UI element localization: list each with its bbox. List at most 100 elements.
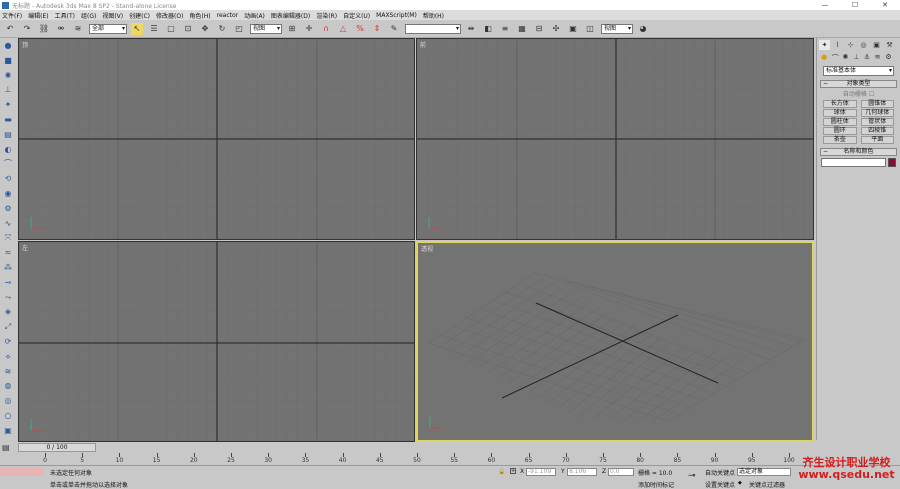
window-crossing-icon[interactable]: ⊡ [182, 23, 194, 35]
object-name-input[interactable] [821, 158, 886, 167]
hierarchy-tab-icon[interactable]: ⊹ [845, 40, 856, 50]
close-button[interactable]: ✕ [870, 1, 900, 9]
wind-icon[interactable]: ≋ [3, 366, 14, 377]
box-icon[interactable]: ■ [3, 55, 14, 66]
menu-reactor[interactable]: reactor [217, 12, 239, 19]
snap-toggle-icon[interactable]: ∩ [320, 23, 332, 35]
key-filter-icon[interactable]: ◆ [738, 480, 742, 486]
render-scene-icon[interactable]: ▣ [567, 23, 579, 35]
maximize-button[interactable]: ☐ [840, 1, 870, 9]
menu-graph-editors[interactable]: 图表编辑器(D) [271, 11, 310, 20]
percent-snap-icon[interactable]: % [354, 23, 366, 35]
display-tab-icon[interactable]: ▣ [871, 40, 882, 50]
edit-named-selection-icon[interactable]: ✎ [388, 23, 400, 35]
menu-views[interactable]: 视图(V) [102, 11, 123, 20]
cone-button[interactable]: 圆锥体 [860, 100, 894, 108]
pivot-icon[interactable]: ⊞ [286, 23, 298, 35]
menu-maxscript[interactable]: MAXScript(M) [376, 12, 417, 19]
menu-animation[interactable]: 动画(A) [244, 11, 265, 20]
render-icon[interactable]: ◍ [3, 380, 14, 391]
absolute-mode-icon[interactable]: + [510, 468, 516, 474]
helper-icon[interactable]: ✦ [3, 99, 14, 110]
object-type-rollout[interactable]: − 对象类型 [820, 80, 897, 88]
schematic-view-icon[interactable]: ⊟ [533, 23, 545, 35]
minimize-button[interactable]: — [810, 1, 840, 9]
menu-help[interactable]: 帮助(H) [423, 11, 444, 20]
z-coordinate-field[interactable]: 0.0 [608, 468, 634, 476]
systems-icon[interactable]: ⚙ [885, 53, 894, 63]
create-tab-icon[interactable]: ✦ [819, 40, 830, 50]
key-icon[interactable]: ⊸ [688, 471, 696, 481]
menu-rendering[interactable]: 渲染(R) [316, 11, 337, 20]
rotate-tool-icon[interactable]: ⟳ [3, 336, 14, 347]
menu-create[interactable]: 创建(C) [129, 11, 150, 20]
curve-editor-icon[interactable]: ▦ [516, 23, 528, 35]
select-and-move-icon[interactable]: ✥ [199, 23, 211, 35]
camera-icon[interactable]: ⊥ [3, 84, 14, 95]
align-icon[interactable]: ◧ [482, 23, 494, 35]
viewport-label-front[interactable]: 前 [420, 40, 426, 49]
angle-snap-icon[interactable]: △ [337, 23, 349, 35]
unlink-icon[interactable]: ⚮ [55, 23, 67, 35]
morph-icon[interactable]: ◈ [3, 306, 14, 317]
menu-group[interactable]: 组(G) [81, 11, 96, 20]
spacewarps-icon[interactable]: ≋ [875, 53, 884, 63]
key-mode-dropdown[interactable]: 选定对象 [737, 468, 791, 476]
x-coordinate-field[interactable]: -91.109 [526, 468, 556, 476]
key-filters-button[interactable]: 关键点过滤器 [749, 480, 785, 489]
spinner-snap-icon[interactable]: ⇕ [371, 23, 383, 35]
box-button[interactable]: 长方体 [823, 100, 857, 108]
manipulate-icon[interactable]: ✛ [303, 23, 315, 35]
twist-icon[interactable]: ⟲ [3, 173, 14, 184]
y-coordinate-field[interactable]: 8.106 [567, 468, 597, 476]
tube-button[interactable]: 管状体 [860, 118, 894, 126]
cylinder-icon[interactable]: ▤ [3, 129, 14, 140]
pyramid-button[interactable]: 四棱锥 [860, 127, 894, 135]
set-key-button[interactable]: 设置关键点 [705, 480, 735, 489]
helpers-icon[interactable]: ⚓ [864, 53, 873, 63]
geometry-icon[interactable]: ● [821, 53, 830, 63]
render-last-icon[interactable]: ◕ [637, 23, 649, 35]
bone-icon[interactable]: ⤧ [3, 232, 14, 243]
viewport-perspective[interactable]: 透视 [416, 241, 814, 442]
geosphere-button[interactable]: 几何球体 [860, 109, 894, 117]
torus-button[interactable]: 圆环 [823, 127, 857, 135]
viewport-front[interactable]: 前 [416, 38, 814, 240]
utilities-tab-icon[interactable]: ⚒ [884, 40, 895, 50]
sphere-icon[interactable]: ◉ [3, 188, 14, 199]
cameras-icon[interactable]: ⊥ [853, 53, 862, 63]
viewport-top[interactable]: 顶 [18, 38, 415, 240]
rectangular-selection-icon[interactable]: ▢ [165, 23, 177, 35]
gear-icon[interactable]: ⚙ [3, 203, 14, 214]
shape-icon[interactable]: ∿ [3, 218, 14, 229]
timeline-ruler[interactable]: 0 5 10 15 20 25 30 35 40 45 50 55 60 65 70 75 80 85 90 95 10… [42, 453, 795, 465]
window-icon[interactable]: ▣ [3, 425, 14, 436]
autogrid-checkbox[interactable]: 自动栅格 ☐ [817, 89, 900, 98]
plane-button[interactable]: 平面 [860, 136, 894, 144]
motion-tab-icon[interactable]: ◎ [858, 40, 869, 50]
bend-icon[interactable]: ⌒ [3, 158, 14, 169]
ring-icon[interactable]: ○ [3, 410, 14, 421]
select-and-scale-icon[interactable]: ◰ [233, 23, 245, 35]
auto-key-button[interactable]: 自动关键点 [705, 468, 735, 477]
menu-edit[interactable]: 编辑(E) [28, 11, 48, 20]
teapot-icon[interactable]: ● [3, 40, 14, 51]
lock-icon[interactable]: 🔒 [498, 468, 505, 475]
redo-icon[interactable]: ↷ [21, 23, 33, 35]
select-and-rotate-icon[interactable]: ↻ [216, 23, 228, 35]
named-selection-dropdown[interactable] [405, 23, 461, 34]
dynamics-icon[interactable]: ⟡ [3, 351, 14, 362]
viewport-label-perspective[interactable]: 透视 [421, 244, 433, 253]
modifier-icon[interactable]: ◐ [3, 144, 14, 155]
viewport-label-top[interactable]: 顶 [22, 40, 28, 49]
menu-customize[interactable]: 自定义(U) [343, 11, 370, 20]
menu-character[interactable]: 角色(H) [189, 11, 210, 20]
mirror-icon[interactable]: ⇹ [465, 23, 477, 35]
add-time-tag[interactable]: 添加时间标记 [638, 480, 674, 489]
path-icon[interactable]: ⤳ [3, 292, 14, 303]
sphere-button[interactable]: 球体 [823, 109, 857, 117]
selection-filter-dropdown[interactable]: 全部 [89, 23, 127, 34]
material-editor-icon[interactable]: ✣ [550, 23, 562, 35]
object-color-swatch[interactable] [888, 158, 896, 167]
time-slider[interactable]: 0 / 100 [18, 443, 96, 452]
